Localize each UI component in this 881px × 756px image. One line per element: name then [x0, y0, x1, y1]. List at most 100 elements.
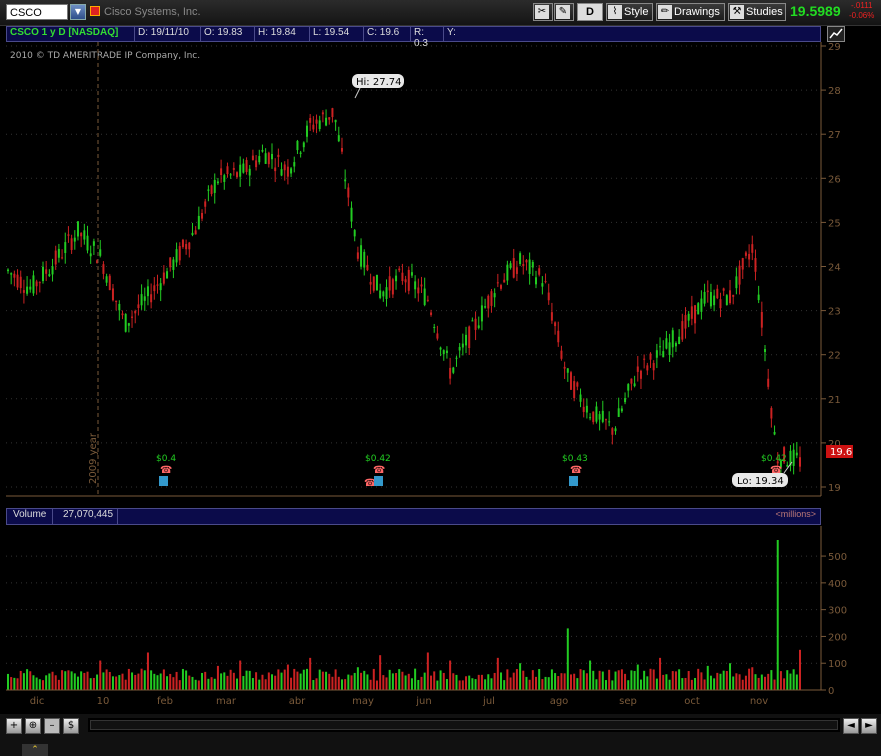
expand-button[interactable]: + [6, 718, 22, 734]
earnings-phone-icon[interactable]: ☎ [770, 465, 782, 476]
candle-body [150, 294, 153, 303]
volume-bar [573, 673, 576, 690]
zoom-in-button[interactable]: ⊕ [25, 718, 41, 734]
symbol-dropdown-button[interactable]: ▼ [70, 4, 86, 20]
volume-bar [700, 672, 703, 690]
candle-body [293, 162, 296, 167]
volume-bar [340, 679, 343, 690]
x-axis-label: dic [30, 696, 45, 707]
candle-body [445, 350, 448, 354]
volume-tick-label: 500 [828, 552, 847, 563]
volume-bar [410, 678, 413, 690]
candle-body [261, 149, 264, 152]
volume-bar [681, 678, 684, 690]
dividend-icon[interactable] [374, 476, 383, 486]
volume-bar [404, 675, 407, 690]
volume-bar [576, 678, 579, 690]
studies-button[interactable]: ⚒ Studies [728, 3, 786, 21]
candle-body [102, 264, 105, 274]
candle-body [604, 419, 607, 421]
volume-bar [636, 664, 639, 690]
candle-body [423, 288, 426, 305]
info-range: R: 0.3 [411, 27, 444, 49]
alert-flag-icon[interactable] [90, 6, 100, 16]
dividend-icon[interactable] [569, 476, 578, 486]
volume-bar [493, 672, 496, 690]
x-axis-label: oct [684, 696, 700, 707]
volume-bar [96, 674, 99, 690]
study-title[interactable]: CSCO 1 y D [NASDAQ] [7, 27, 135, 41]
candle-body [767, 378, 770, 387]
volume-bar [111, 676, 114, 690]
price-button[interactable]: $ [63, 718, 79, 734]
volume-bar [538, 669, 541, 690]
candle-body [503, 279, 506, 283]
candle-body [786, 464, 789, 467]
volume-bar [627, 680, 630, 690]
symbol-input[interactable]: CSCO [6, 4, 68, 20]
candle-body [461, 343, 464, 348]
candle-body [598, 414, 601, 420]
dividend-icon[interactable] [159, 476, 168, 486]
volume-bar [328, 673, 331, 690]
collapse-panel-icon[interactable]: ⌃ [22, 744, 48, 756]
candle-body [318, 120, 321, 129]
volume-bar [779, 671, 782, 690]
crosshair-icon: ✂ [535, 5, 549, 19]
volume-bar [331, 676, 334, 690]
volume-bar [19, 670, 22, 690]
volume-bar [172, 677, 175, 690]
volume-bar [64, 671, 67, 690]
candle-body [652, 363, 655, 371]
price-chart[interactable]: 1920212223242526272829 2009 year Hi: 27.… [0, 42, 881, 498]
candle-body [595, 406, 598, 422]
candle-body [223, 175, 226, 182]
earnings-phone-icon[interactable]: ☎ [373, 465, 385, 476]
volume-bar [535, 676, 537, 690]
candle-body [369, 281, 372, 285]
chart-settings-button[interactable] [827, 26, 845, 42]
volume-bar [48, 673, 51, 690]
candle-body [538, 268, 541, 275]
candle-body [560, 350, 563, 359]
volume-bar [592, 670, 595, 690]
volume-bar [153, 673, 156, 690]
volume-chart[interactable]: 0 100 200 300 400 500 dic 10 feb mar abr may jun jul… [0, 526, 881, 712]
candle-body [649, 353, 652, 360]
style-button[interactable]: ⌇ Style [606, 3, 653, 21]
drawings-button[interactable]: ✏ Drawings [656, 3, 725, 21]
candle-body [363, 251, 366, 268]
price-tick-label: 29 [828, 42, 841, 53]
earnings-phone-icon[interactable]: ☎ [570, 465, 582, 476]
candle-body [719, 299, 722, 309]
candle-body [697, 303, 700, 315]
volume-bar [407, 673, 410, 690]
volume-label[interactable]: Volume [7, 509, 54, 524]
candle-body [401, 272, 404, 282]
zoom-out-button[interactable]: – [44, 718, 60, 734]
volume-bar [277, 669, 280, 690]
earnings-phone-icon[interactable]: ☎ [160, 465, 172, 476]
crosshair-tool-button[interactable]: ✂ [533, 3, 553, 21]
pencil-tool-button[interactable]: ✎ [554, 3, 574, 21]
volume-bar [487, 674, 490, 690]
time-scroll-thumb[interactable] [90, 720, 838, 730]
price-tick-label: 25 [828, 218, 841, 229]
volume-bar [449, 660, 452, 690]
volume-bar [414, 668, 417, 690]
volume-bar [709, 675, 712, 690]
candle-body [519, 253, 522, 264]
candle-body [127, 323, 130, 326]
candle-body [449, 367, 452, 379]
volume-bar [188, 675, 191, 690]
candle-body [255, 160, 258, 168]
candle-body [286, 166, 289, 177]
volume-bar [439, 670, 442, 690]
scroll-left-button[interactable]: ◄ [843, 718, 859, 734]
candle-body [134, 310, 137, 314]
candle-body [744, 252, 747, 256]
period-button[interactable]: D [577, 3, 603, 21]
volume-bar [582, 670, 585, 690]
volume-bar [271, 674, 273, 690]
scroll-right-button[interactable]: ► [861, 718, 877, 734]
